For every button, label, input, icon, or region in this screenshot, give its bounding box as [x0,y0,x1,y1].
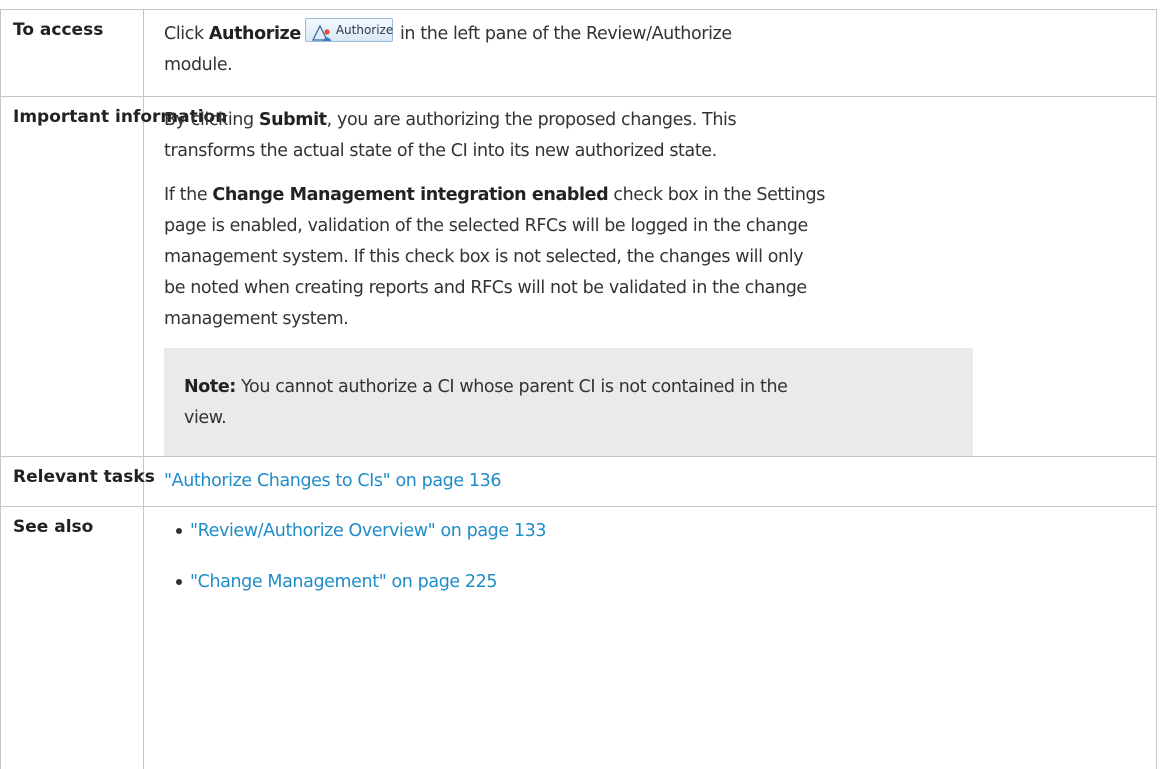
text: be noted when creating reports and RFCs … [164,278,807,298]
row-label-see-also: See also [13,517,131,538]
row-see-also: See also "Review/Authorize Overview" on … [1,507,1157,769]
authorize-icon [311,22,333,53]
reference-table: To access Click Authorize Authorize in th… [0,9,1157,769]
text: transforms the actual state of the CI in… [164,141,717,161]
text: check box in the Settings [608,185,825,205]
label-cell: See also [1,507,144,769]
row-to-access: To access Click Authorize Authorize in th… [1,10,1157,97]
row-label-important-information: Important information [13,107,131,128]
text: management system. [164,309,348,329]
link-authorize-changes-to-cis[interactable]: "Authorize Changes to CIs" on page 136 [164,471,501,491]
bullet [176,528,182,534]
row-important-information: Important information By clicking Submit… [1,97,1157,457]
content-cell: "Authorize Changes to CIs" on page 136 [144,457,1157,507]
note-text: view. [184,408,226,428]
label-cell: Relevant tasks [1,457,144,507]
link-change-management[interactable]: "Change Management" on page 225 [190,572,497,592]
row-label-to-access: To access [13,20,131,41]
label-cell: To access [1,10,144,97]
note-text: You cannot authorize a CI whose parent C… [236,377,788,397]
text: If the [164,185,212,205]
text: management system. If this check box is … [164,247,803,267]
link-review-authorize-overview[interactable]: "Review/Authorize Overview" on page 133 [190,521,546,541]
row-label-relevant-tasks: Relevant tasks [13,467,131,488]
content-cell: By clicking Submit, you are authorizing … [144,97,1157,457]
bullet [176,579,182,585]
authorize-button-label: Authorize [336,22,393,38]
text: , you are authorizing the proposed chang… [327,110,737,130]
bold-term-authorize: Authorize [209,24,301,44]
bold-term-change-management: Change Management integration enabled [212,185,608,205]
row-relevant-tasks: Relevant tasks "Authorize Changes to CIs… [1,457,1157,507]
content-cell: "Review/Authorize Overview" on page 133 … [144,507,1157,769]
text: page is enabled, validation of the selec… [164,216,808,236]
important-paragraph-1: By clicking Submit, you are authorizing … [164,105,952,167]
content-cell: Click Authorize Authorize in the left pan… [144,10,1157,97]
access-description: Click Authorize Authorize in the left pan… [164,18,952,81]
label-cell: Important information [1,97,144,457]
text: module. [164,55,232,75]
text: By clicking [164,110,259,130]
text: in the left pane of the Review/Authorize [395,24,732,44]
note-box: Note: You cannot authorize a CI whose pa… [164,348,973,456]
text: Click [164,24,209,44]
note-label: Note: [184,377,236,397]
see-also-list: "Review/Authorize Overview" on page 133 … [164,515,1156,598]
bold-term-submit: Submit [259,110,327,130]
list-item: "Review/Authorize Overview" on page 133 [164,515,1156,547]
list-item: "Change Management" on page 225 [164,566,1156,598]
important-paragraph-2: If the Change Management integration ena… [164,180,952,335]
authorize-button-image: Authorize [305,18,393,42]
